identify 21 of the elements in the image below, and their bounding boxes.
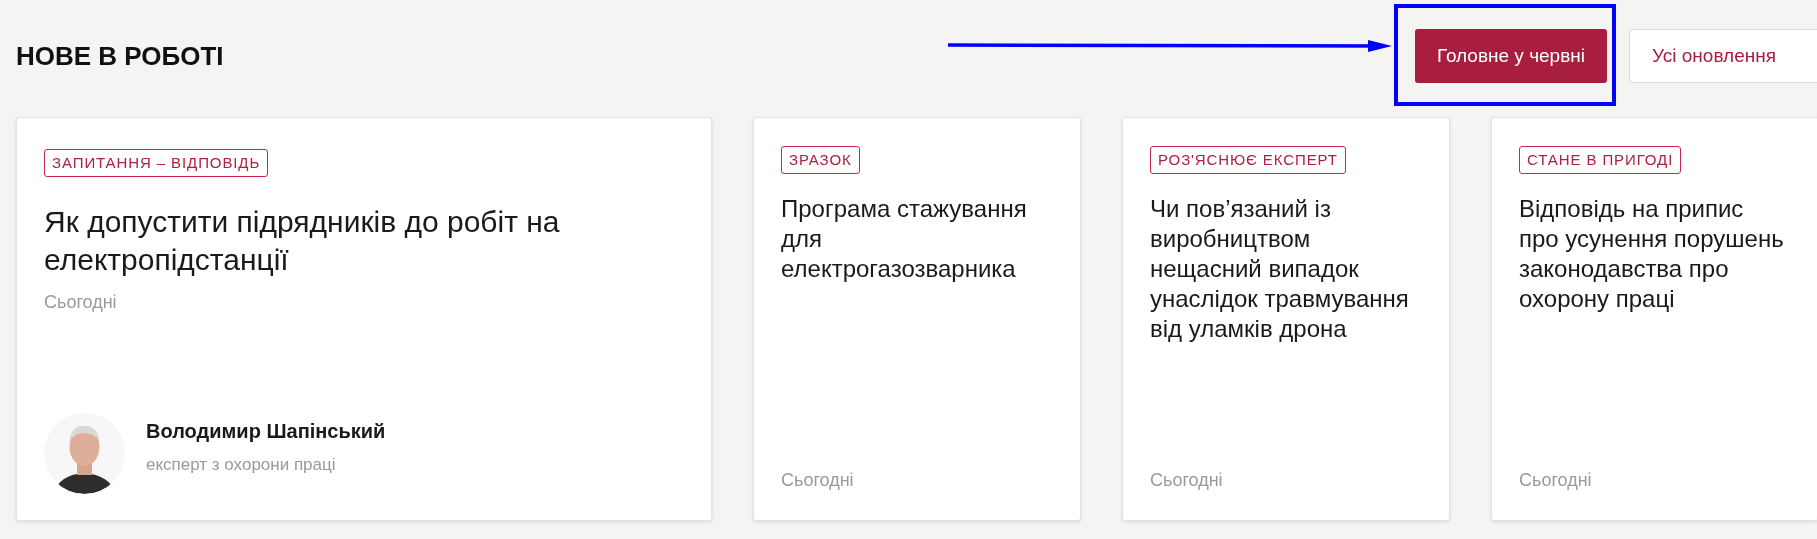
author-name: Володимир Шапінський: [146, 418, 386, 444]
article-title[interactable]: Як допустити підрядників до робіт на електропідстанції: [44, 203, 624, 279]
article-title[interactable]: Програма стажування для електрогазозварника: [781, 194, 1046, 284]
article-date: Сьогодні: [44, 291, 118, 314]
category-tag[interactable]: РОЗ'ЯСНЮЄ ЕКСПЕРТ: [1150, 146, 1346, 174]
category-tag[interactable]: СТАНЕ В ПРИГОДІ: [1519, 146, 1682, 174]
section-title: НОВЕ В РОБОТІ: [16, 39, 224, 73]
category-tag[interactable]: ЗРАЗОК: [781, 146, 860, 174]
article-title[interactable]: Відповідь на припис про усунення порушень законодавства про охорону праці: [1519, 194, 1784, 314]
article-date: Сьогодні: [781, 469, 855, 492]
article-card[interactable]: ЗРАЗОК Програма стажування для електрогазозварника Сьогодні: [753, 117, 1081, 521]
article-card[interactable]: ЗАПИТАННЯ – ВІДПОВІДЬ Як допустити підрядників до робіт на електропідстанції Сьогодні Володимир Шапінський експерт з охорони праці: [16, 117, 712, 521]
article-date: Сьогодні: [1519, 469, 1593, 492]
author-role: експерт з охорони праці: [146, 453, 337, 476]
article-card[interactable]: РОЗ'ЯСНЮЄ ЕКСПЕРТ Чи пов’язаний із виробництвом нещасний випадок унаслідок травмування від уламків дрона Сьогодні: [1122, 117, 1450, 521]
category-tag[interactable]: ЗАПИТАННЯ – ВІДПОВІДЬ: [44, 149, 269, 177]
filter-button[interactable]: Головне у червні: [1414, 29, 1607, 83]
filter-button[interactable]: Усі оновлення: [1629, 29, 1817, 83]
article-title[interactable]: Чи пов’язаний із виробництвом нещасний випадок унаслідок травмування від уламків дрона: [1150, 194, 1415, 344]
article-date: Сьогодні: [1150, 469, 1224, 492]
article-card[interactable]: СТАНЕ В ПРИГОДІ Відповідь на припис про усунення порушень законодавства про охорону праці Сьогодні: [1491, 117, 1817, 521]
